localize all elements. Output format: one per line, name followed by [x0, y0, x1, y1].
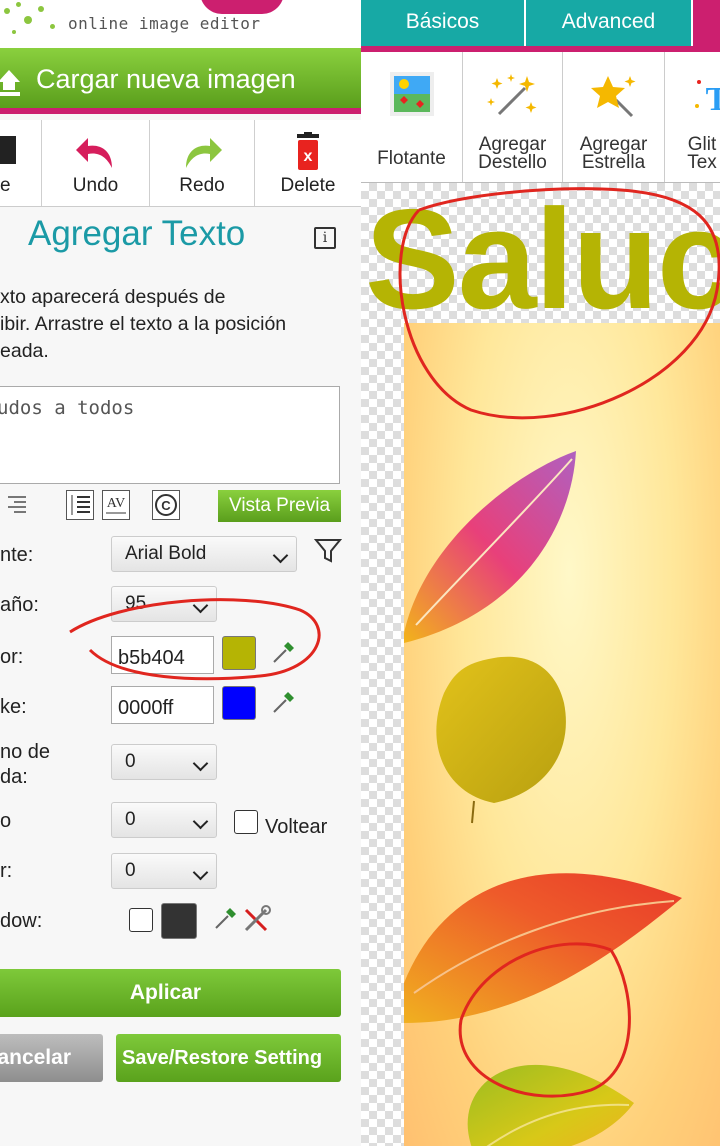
filter-icon[interactable] [314, 536, 342, 564]
apply-button[interactable]: Aplicar [0, 969, 341, 1017]
editor-area: Básicos Advanced Flotante Agregar Destel… [361, 0, 720, 1146]
stroke-label: ke: [0, 696, 27, 718]
curve-value: 0 [125, 860, 136, 881]
help-line: xto aparecerá después de [0, 286, 226, 308]
chevron-down-icon [272, 547, 289, 564]
save-restore-button[interactable]: Save/Restore Setting [116, 1034, 341, 1082]
info-icon[interactable]: i [314, 227, 336, 249]
flip-checkbox[interactable] [234, 810, 258, 834]
annotation-circle [398, 187, 720, 420]
shadow-color-swatch[interactable] [161, 903, 197, 939]
stroke-hex-input[interactable] [111, 686, 214, 724]
line-spacing-icon[interactable] [66, 490, 94, 520]
help-text: xto aparecerá después de ibir. Arrastre … [0, 284, 352, 365]
rotation-label: o [0, 810, 12, 832]
redo-icon [186, 138, 222, 168]
align-right-icon[interactable] [0, 490, 26, 520]
cancel-button[interactable]: ancelar [0, 1034, 103, 1082]
label-line: da: [0, 766, 28, 788]
svg-text:AV: AV [107, 496, 125, 511]
stroke-width-label: no de da: [0, 740, 50, 790]
upload-icon [0, 70, 20, 96]
eyedropper-icon[interactable] [210, 904, 240, 934]
redo-button[interactable]: Redo [150, 120, 255, 206]
color-label: or: [0, 646, 24, 668]
annotation-circle [458, 942, 631, 1098]
logo-area: online image editor [0, 0, 361, 48]
chevron-down-icon [192, 864, 209, 881]
help-line: ibir. Arrastre el texto a la posición [0, 313, 287, 335]
stroke-swatch[interactable] [222, 686, 256, 720]
upload-image-button[interactable]: Cargar nueva imagen [0, 48, 361, 114]
svg-text:C: C [161, 498, 171, 513]
flip-label: Voltear [265, 816, 328, 838]
upload-label: Cargar nueva imagen [36, 64, 296, 94]
svg-text:x: x [304, 148, 313, 165]
help-line: eada. [0, 340, 49, 362]
chevron-down-icon [192, 813, 209, 830]
redo-label: Redo [179, 175, 225, 196]
logo-text: online image editor [68, 14, 261, 33]
curve-select[interactable]: 0 [111, 853, 217, 889]
stroke-width-value: 0 [125, 751, 136, 772]
rotation-value: 0 [125, 809, 136, 830]
undo-icon [75, 138, 112, 168]
delete-button[interactable]: x Delete [255, 120, 361, 206]
shadow-label: dow: [0, 910, 43, 932]
crop-icon [0, 136, 16, 164]
undo-label: Undo [72, 175, 119, 196]
stroke-width-select[interactable]: 0 [111, 744, 217, 780]
font-value: Arial Bold [125, 543, 207, 564]
annotation-circle [69, 598, 321, 681]
eyedropper-icon[interactable] [268, 688, 298, 718]
font-label: nte: [0, 544, 34, 566]
font-select[interactable]: Arial Bold [111, 536, 297, 572]
panel-title: Agregar Texto [28, 214, 246, 253]
text-input[interactable] [0, 386, 340, 484]
edit-toolbar: e Undo Redo x Delete [0, 120, 361, 207]
shadow-checkbox[interactable] [129, 908, 153, 932]
annotation-layer [398, 187, 720, 1098]
undo-button[interactable]: Undo [42, 120, 150, 206]
toolbar-item-label: e [0, 175, 11, 196]
left-panel: online image editor Cargar nueva imagen … [0, 0, 361, 1146]
trash-icon: x [297, 132, 319, 170]
tools-icon[interactable] [240, 904, 272, 936]
curve-label: r: [0, 860, 13, 882]
preview-button[interactable]: Vista Previa [218, 490, 341, 522]
rotation-select[interactable]: 0 [111, 802, 217, 838]
label-line: no de [0, 741, 51, 763]
chevron-down-icon [192, 755, 209, 772]
delete-label: Delete [280, 175, 336, 196]
size-label: año: [0, 594, 39, 616]
letter-spacing-icon[interactable]: AV [102, 490, 130, 520]
logo-icon [200, 0, 284, 14]
copyright-icon[interactable]: C [152, 490, 180, 520]
toolbar-item-prev[interactable]: e [0, 120, 42, 206]
